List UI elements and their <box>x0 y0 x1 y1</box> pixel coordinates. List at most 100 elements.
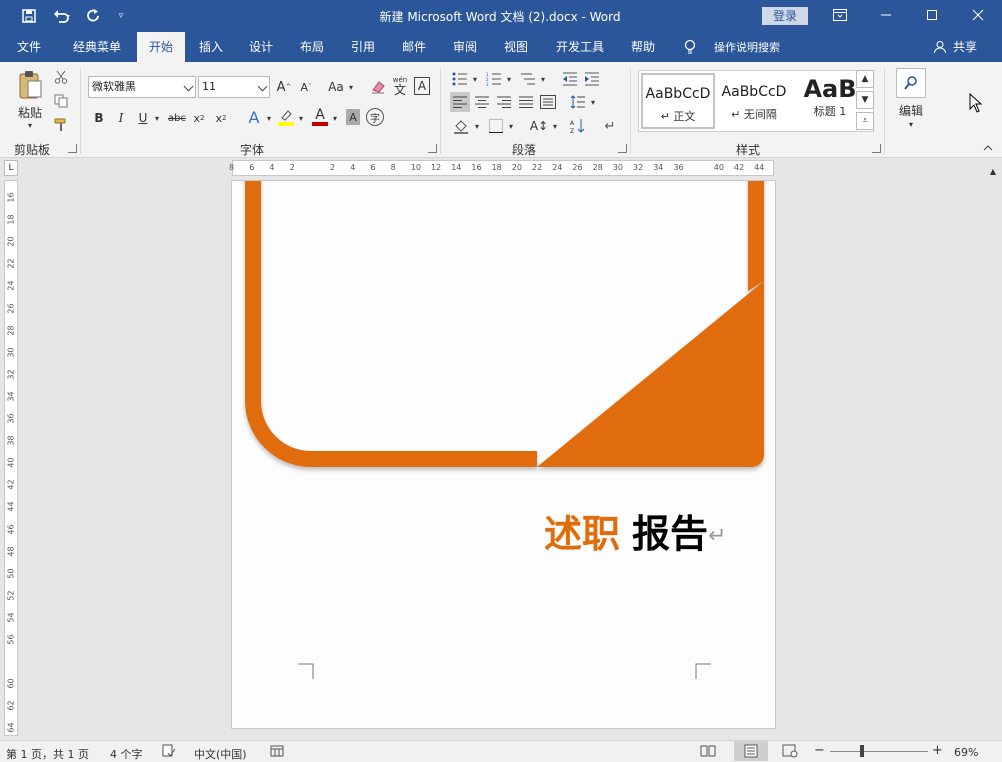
bullets-icon[interactable] <box>450 70 470 88</box>
proofing-icon[interactable] <box>162 744 176 761</box>
font-launcher-icon[interactable] <box>428 144 437 153</box>
multilevel-list-dropdown-icon[interactable]: ▾ <box>538 70 548 88</box>
print-layout-icon[interactable] <box>734 741 768 761</box>
phonetic-guide-icon[interactable]: wén 文 <box>390 74 410 98</box>
vertical-ruler[interactable]: 16 18 20 22 24 26 28 30 32 34 36 38 40 42 44 46 48 50 52 54… <box>4 180 18 736</box>
justify-icon[interactable] <box>516 92 536 112</box>
align-right-icon[interactable] <box>494 92 514 112</box>
tab-mailings[interactable]: 邮件 <box>391 32 437 62</box>
clear-formatting-icon[interactable] <box>368 77 388 97</box>
text-effects-icon[interactable]: A <box>244 106 264 128</box>
increase-indent-icon[interactable] <box>582 70 602 88</box>
language-indicator[interactable]: 中文(中国) <box>194 746 247 762</box>
bullets-dropdown-icon[interactable]: ▾ <box>470 70 480 88</box>
cut-icon[interactable] <box>52 68 70 86</box>
zoom-out-icon[interactable]: − <box>814 743 825 758</box>
save-icon[interactable] <box>18 6 40 26</box>
line-spacing-dropdown-icon[interactable]: ▾ <box>588 92 598 112</box>
collapse-ribbon-icon[interactable] <box>980 142 996 154</box>
login-button[interactable]: 登录 <box>762 7 808 25</box>
paste-button[interactable]: 粘贴 <box>10 104 50 120</box>
asian-layout-icon[interactable]: A↕ <box>528 116 550 136</box>
styles-scroll-up-icon[interactable]: ▲ <box>856 70 874 88</box>
tab-selector-icon[interactable]: L <box>4 160 18 176</box>
align-center-icon[interactable] <box>472 92 492 112</box>
style-normal[interactable]: AaBbCcD ↵ 正文 <box>641 73 715 129</box>
bold-icon[interactable]: B <box>92 108 106 128</box>
strikethrough-icon[interactable]: abc <box>166 108 188 128</box>
horizontal-ruler[interactable]: 8 6 4 2 2 4 6 8 10 12 14 16 18 20 22 24 26 28 30 32 34 36 40 42… <box>229 160 774 176</box>
character-shading-icon[interactable]: A <box>346 109 360 125</box>
highlight-icon[interactable] <box>276 106 296 128</box>
grow-font-icon[interactable]: A ^ <box>276 77 292 97</box>
zoom-slider-track[interactable] <box>830 751 928 752</box>
maximize-icon[interactable] <box>918 4 946 26</box>
borders-dropdown-icon[interactable]: ▾ <box>506 116 516 136</box>
paste-icon[interactable] <box>14 68 46 102</box>
tab-review[interactable]: 审阅 <box>442 32 488 62</box>
numbering-dropdown-icon[interactable]: ▾ <box>504 70 514 88</box>
italic-icon[interactable]: I <box>114 108 128 128</box>
web-layout-icon[interactable] <box>782 744 798 761</box>
close-icon[interactable] <box>964 4 992 26</box>
shading-dropdown-icon[interactable]: ▾ <box>472 116 482 136</box>
editing-dropdown-icon[interactable]: ▾ <box>904 119 918 129</box>
line-spacing-icon[interactable] <box>568 92 588 112</box>
share-button[interactable]: 共享 <box>950 32 980 62</box>
underline-icon[interactable]: U <box>136 108 150 128</box>
redo-icon[interactable] <box>84 6 104 26</box>
underline-dropdown-icon[interactable]: ▾ <box>152 108 162 128</box>
clipboard-launcher-icon[interactable] <box>68 144 77 153</box>
tab-layout[interactable]: 布局 <box>289 32 335 62</box>
tab-references[interactable]: 引用 <box>340 32 386 62</box>
shrink-font-icon[interactable]: Aˇ <box>298 77 314 97</box>
font-color-icon[interactable]: A <box>310 106 330 128</box>
tab-view[interactable]: 视图 <box>493 32 539 62</box>
undo-icon[interactable] <box>48 6 76 26</box>
tab-file[interactable]: 文件 <box>8 32 50 62</box>
borders-icon[interactable] <box>486 116 506 136</box>
align-left-icon[interactable] <box>450 92 470 112</box>
zoom-in-icon[interactable]: + <box>932 743 943 758</box>
asian-layout-dropdown-icon[interactable]: ▾ <box>550 116 560 136</box>
tab-insert[interactable]: 插入 <box>188 32 234 62</box>
character-border-icon[interactable]: A <box>414 77 430 95</box>
distributed-icon[interactable] <box>538 92 558 112</box>
tab-classic-menu[interactable]: 经典菜单 <box>62 32 132 62</box>
shading-icon[interactable] <box>450 116 472 136</box>
paste-dropdown-icon[interactable]: ▾ <box>24 120 36 130</box>
tell-me-search[interactable]: 操作说明搜索 <box>704 32 790 62</box>
document-page[interactable]: 述职 报告↵ <box>231 180 776 729</box>
font-size-combo[interactable]: 11 <box>198 76 270 98</box>
tab-help[interactable]: 帮助 <box>620 32 666 62</box>
page-count[interactable]: 第 1 页，共 1 页 <box>6 746 89 762</box>
tab-design[interactable]: 设计 <box>238 32 284 62</box>
paragraph-launcher-icon[interactable] <box>618 144 627 153</box>
text-effects-dropdown-icon[interactable]: ▾ <box>264 108 274 128</box>
zoom-slider-thumb[interactable] <box>860 745 865 757</box>
font-color-dropdown-icon[interactable]: ▾ <box>330 108 340 128</box>
tab-developer[interactable]: 开发工具 <box>549 32 611 62</box>
styles-more-icon[interactable]: ⩡ <box>856 112 874 130</box>
find-icon[interactable] <box>896 68 926 98</box>
customize-icon[interactable]: ▿ <box>114 6 128 26</box>
subscript-icon[interactable]: x2 <box>190 108 208 128</box>
decrease-indent-icon[interactable] <box>560 70 580 88</box>
styles-launcher-icon[interactable] <box>872 144 881 153</box>
read-mode-icon[interactable] <box>700 744 716 761</box>
sort-icon[interactable]: AZ <box>568 116 588 136</box>
style-no-spacing[interactable]: AaBbCcD ↵ 无间隔 <box>717 73 791 129</box>
change-case-button[interactable]: Aa <box>326 77 346 97</box>
ribbon-display-options-icon[interactable] <box>826 4 854 26</box>
superscript-icon[interactable]: x2 <box>212 108 230 128</box>
font-name-combo[interactable]: 微软雅黑 <box>88 76 196 98</box>
copy-icon[interactable] <box>52 92 70 110</box>
format-painter-icon[interactable] <box>52 116 70 134</box>
numbering-icon[interactable]: 123 <box>484 70 504 88</box>
enclose-characters-icon[interactable]: 字 <box>366 108 384 126</box>
macro-icon[interactable] <box>270 744 284 761</box>
multilevel-list-icon[interactable] <box>518 70 538 88</box>
tab-home[interactable]: 开始 <box>137 32 185 62</box>
highlight-dropdown-icon[interactable]: ▾ <box>296 108 306 128</box>
zoom-level[interactable]: 69% <box>954 746 978 759</box>
